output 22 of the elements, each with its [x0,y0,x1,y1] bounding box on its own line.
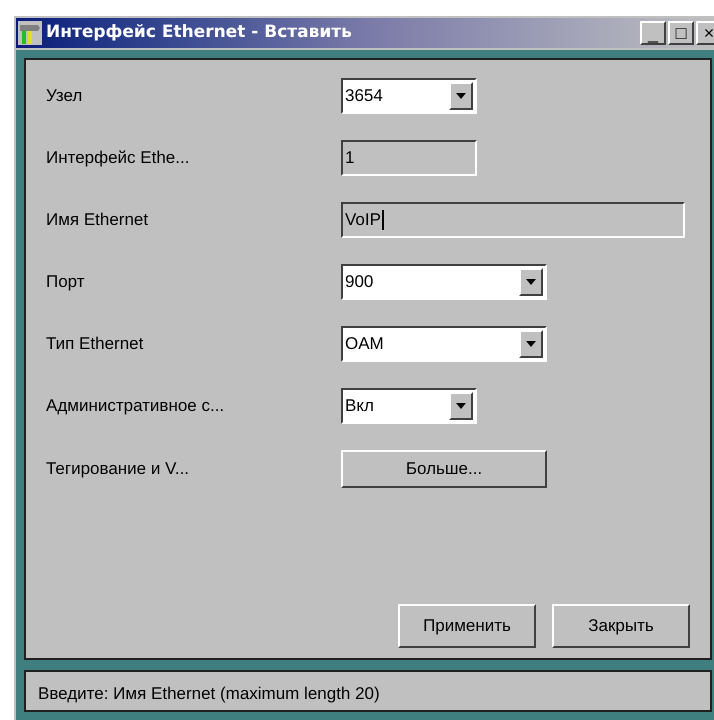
close-dialog-button[interactable]: Закрыть [552,604,690,648]
close-button[interactable]: × [696,21,714,45]
field-label: Тегирование и V... [46,458,190,480]
dropdown[interactable]: OAM [341,326,547,362]
field-label: Интерфейс Ethe... [46,147,190,170]
field-label: Узел [46,85,84,108]
dropdown[interactable]: 3654 [341,78,477,114]
status-bar: Введите: Имя Ethernet (maximum length 20) [24,670,712,712]
minimize-button[interactable]: _ [640,21,666,45]
maximize-button[interactable]: □ [668,21,694,45]
window-title: Интерфейс Ethernet - Вставить [46,21,353,44]
input-field[interactable]: 1 [341,140,477,176]
network-tool-icon [18,21,42,45]
more-button[interactable]: Больше... [341,450,547,488]
input-field[interactable]: VoIP [341,202,685,238]
apply-button[interactable]: Применить [398,604,536,648]
dropdown[interactable]: Вкл [341,388,477,424]
field-label: Порт [46,271,86,294]
field-label: Имя Ethernet [46,209,150,232]
dropdown[interactable]: 900 [341,264,547,300]
field-label: Тип Ethernet [46,333,144,356]
field-label: Административное с... [46,395,226,418]
